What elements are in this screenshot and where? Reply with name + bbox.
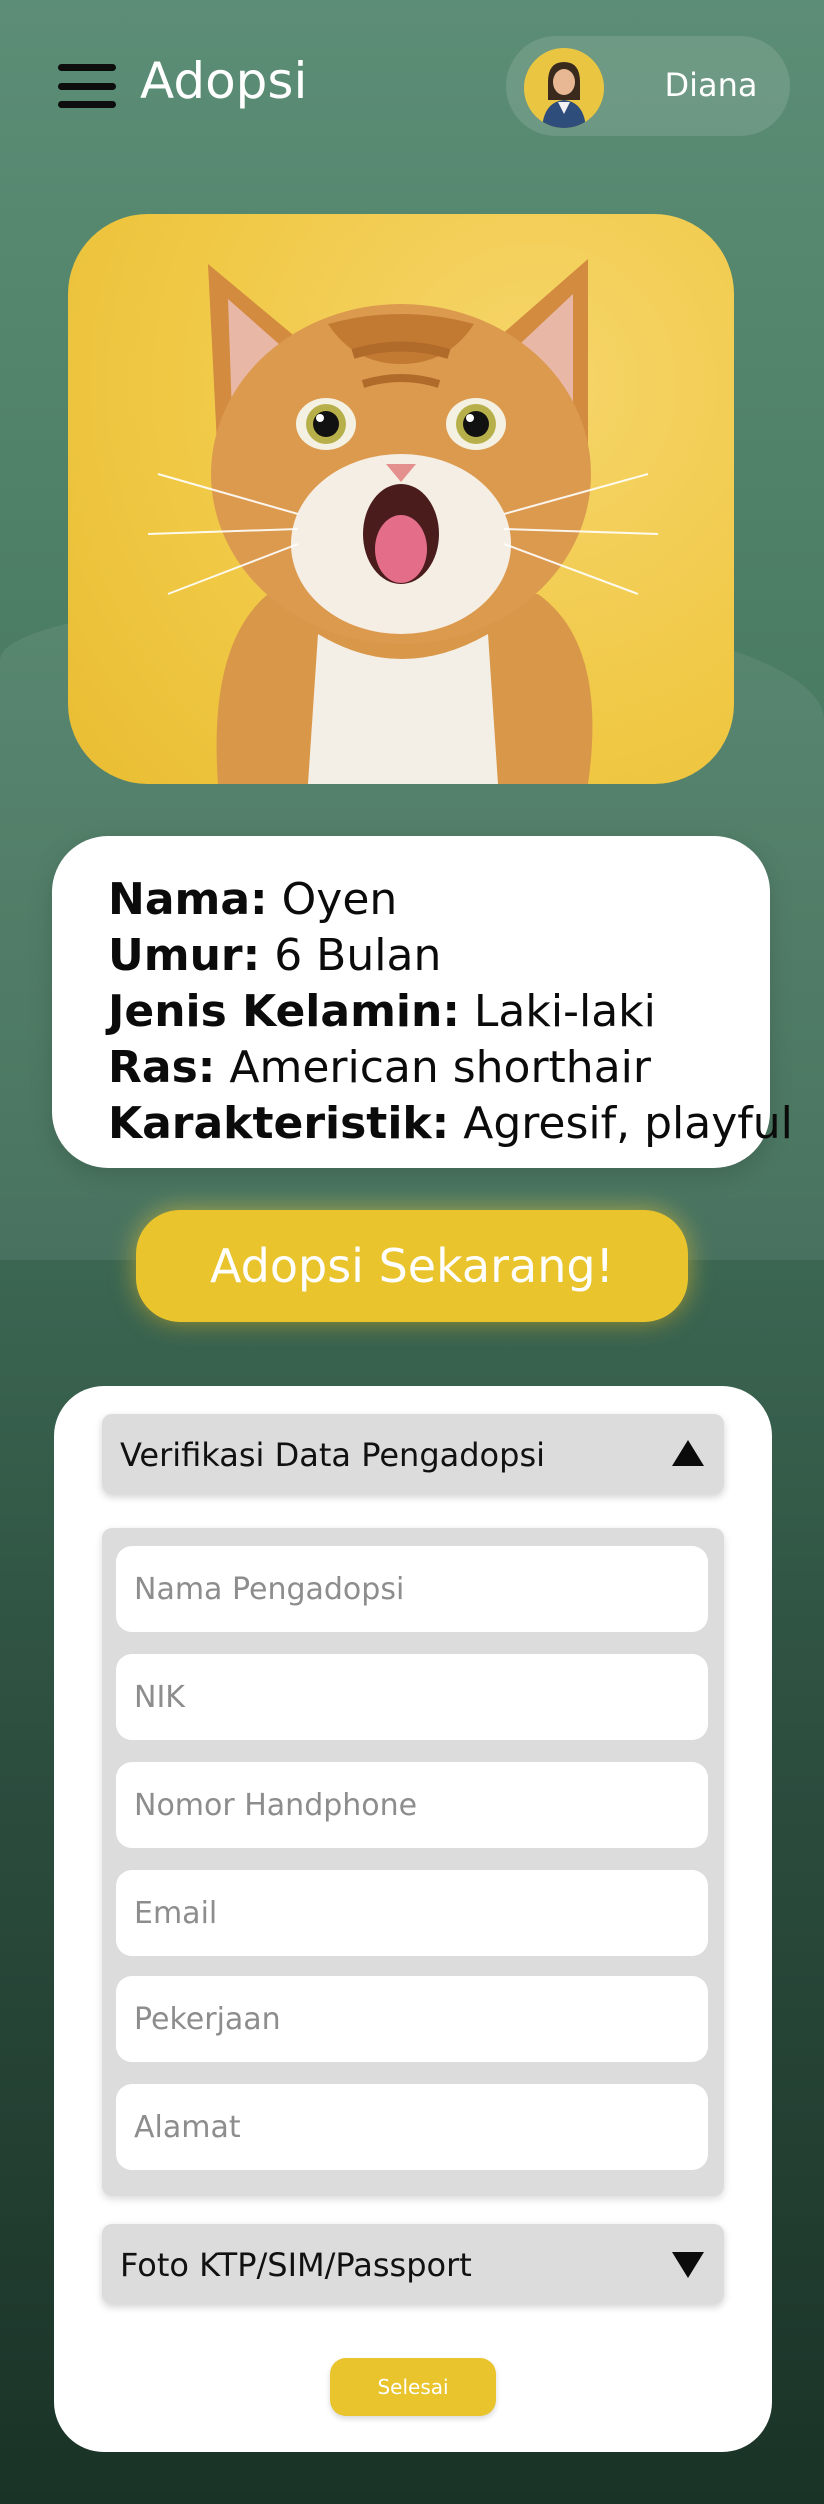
pet-breed-row: Ras: American shorthair <box>108 1040 714 1096</box>
pet-name-label: Nama: <box>108 874 268 925</box>
user-name: Diana <box>664 66 758 104</box>
pet-gender-value: Laki-laki <box>473 986 656 1037</box>
hamburger-menu-icon[interactable] <box>58 64 116 108</box>
adoption-form-card: Verifikasi Data Pengadopsi Foto KTP/SIM/… <box>54 1386 772 2452</box>
pet-name-row: Nama: Oyen <box>108 872 714 928</box>
pet-info-card: Nama: Oyen Umur: 6 Bulan Jenis Kelamin: … <box>52 836 793 1168</box>
collapse-up-icon <box>672 1440 704 1466</box>
menu-line <box>58 64 116 71</box>
adopt-now-button[interactable]: Adopsi Sekarang! <box>136 1210 688 1322</box>
page-title: Adopsi <box>140 52 308 110</box>
email-input[interactable] <box>116 1870 708 1956</box>
menu-line <box>58 82 116 90</box>
pet-traits-label: Karakteristik: <box>108 1098 450 1149</box>
phone-input[interactable] <box>116 1762 708 1848</box>
verification-section-title: Verifikasi Data Pengadopsi <box>120 1436 545 1474</box>
user-profile-chip[interactable]: Diana <box>506 36 790 136</box>
nik-input[interactable] <box>116 1654 708 1740</box>
submit-button[interactable]: Selesai <box>330 2358 496 2416</box>
cat-photo <box>68 214 734 784</box>
pet-breed-value: American shorthair <box>229 1042 651 1093</box>
verification-section-toggle[interactable]: Verifikasi Data Pengadopsi <box>102 1414 724 1494</box>
pet-age-value: 6 Bulan <box>274 930 442 981</box>
pet-traits-value: Agresif, playful <box>463 1098 793 1149</box>
pet-name-value: Oyen <box>281 874 398 925</box>
id-photo-section-title: Foto KTP/SIM/Passport <box>120 2246 472 2284</box>
expand-down-icon <box>672 2252 704 2278</box>
menu-line <box>58 101 116 108</box>
pet-breed-label: Ras: <box>108 1042 216 1093</box>
id-photo-section-toggle[interactable]: Foto KTP/SIM/Passport <box>102 2224 724 2304</box>
verification-fields-panel <box>102 1528 724 2196</box>
pet-age-label: Umur: <box>108 930 261 981</box>
pet-age-row: Umur: 6 Bulan <box>108 928 714 984</box>
pet-gender-label: Jenis Kelamin: <box>108 986 460 1037</box>
address-input[interactable] <box>116 2084 708 2170</box>
avatar[interactable] <box>524 48 604 128</box>
adopter-name-input[interactable] <box>116 1546 708 1632</box>
pet-gender-row: Jenis Kelamin: Laki-laki <box>108 984 714 1040</box>
occupation-input[interactable] <box>116 1976 708 2062</box>
pet-traits-row: Karakteristik: Agresif, playful <box>108 1096 793 1152</box>
